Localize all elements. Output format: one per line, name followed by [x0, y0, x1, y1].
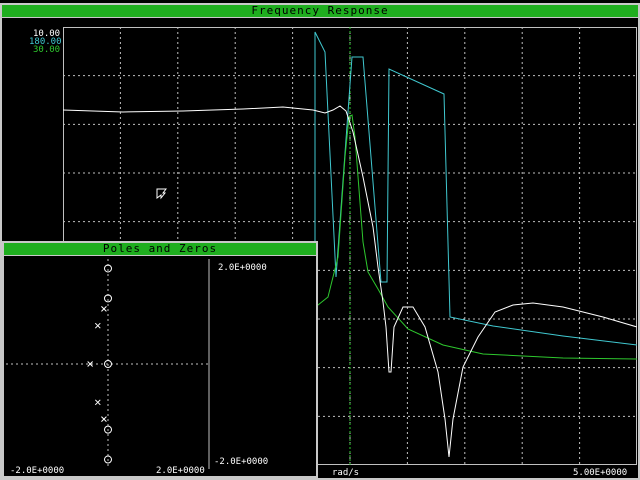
- pole-marker: [94, 399, 101, 406]
- pole-marker: [94, 322, 101, 329]
- pole-marker: [101, 306, 107, 312]
- mouse-cursor-icon: [156, 188, 168, 200]
- frequency-response-title: Frequency Response: [251, 4, 389, 17]
- delay-scale-label: 30.00: [33, 45, 61, 55]
- x-max-label: 5.00E+0000: [573, 468, 628, 478]
- x-unit-label: rad/s: [332, 468, 360, 478]
- pole-zero-plot[interactable]: [6, 259, 210, 469]
- pz-x-max-label: 2.0E+0000: [156, 466, 205, 476]
- frequency-response-titlebar[interactable]: Frequency Response: [2, 5, 638, 18]
- poles-zeros-titlebar[interactable]: Poles and Zeros: [4, 243, 316, 256]
- pole-marker: [101, 416, 107, 422]
- pz-y-max-label: 2.0E+0000: [218, 263, 267, 273]
- poles-zeros-window[interactable]: Poles and Zeros 2.0E+0000 -2.0E+0000 -2.…: [2, 241, 318, 478]
- pz-y-min-label: -2.0E+0000: [214, 457, 269, 467]
- poles-zeros-title: Poles and Zeros: [102, 242, 218, 255]
- pz-x-min-label: -2.0E+0000: [10, 466, 65, 476]
